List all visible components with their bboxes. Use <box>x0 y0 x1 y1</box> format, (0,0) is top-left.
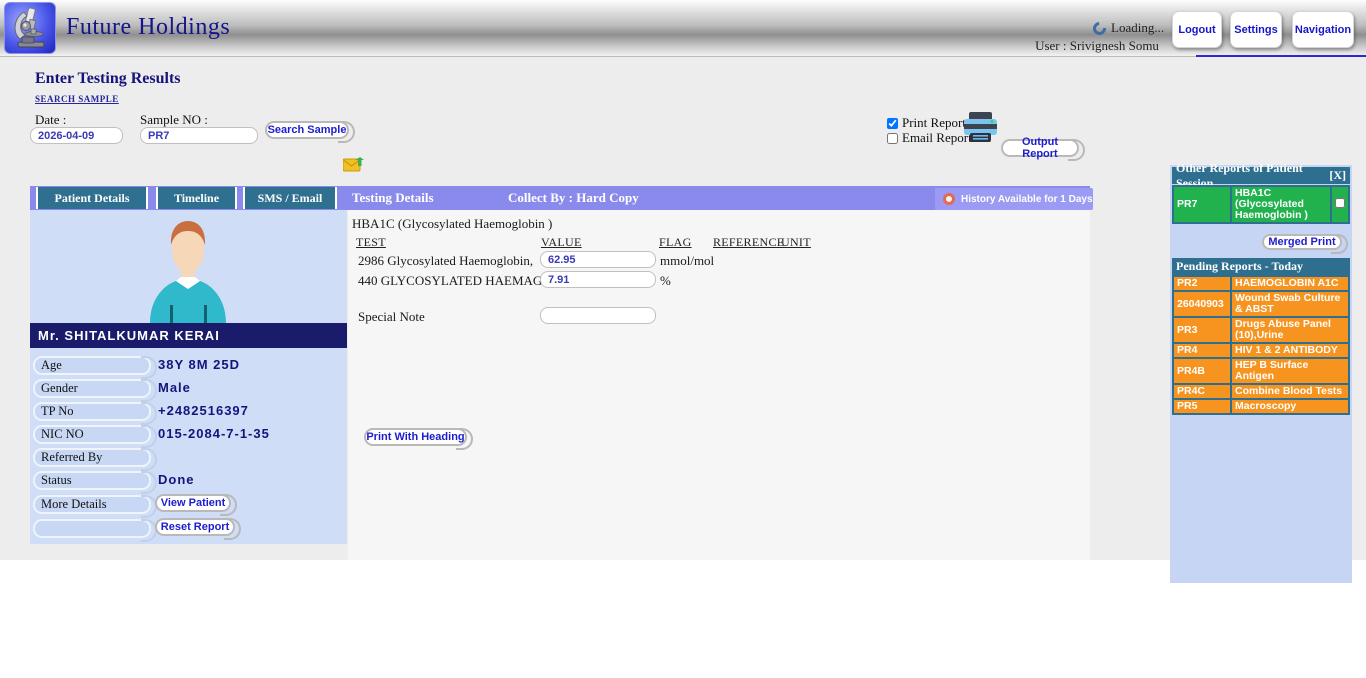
print-report-option[interactable]: Print Report <box>887 115 966 131</box>
reset-report-button[interactable]: Reset Report <box>155 518 235 536</box>
table-row[interactable]: PR2 HAEMOGLOBIN A1C <box>1173 276 1349 291</box>
merge-select-checkbox[interactable] <box>1335 198 1345 208</box>
close-icon[interactable]: [X] <box>1329 168 1346 183</box>
field-label-more-details: More Details <box>33 495 151 514</box>
field-label-blank <box>33 519 151 538</box>
test-unit: mmol/mol <box>660 253 714 269</box>
email-report-checkbox[interactable] <box>887 133 898 144</box>
search-sample-link[interactable]: SEARCH SAMPLE <box>35 94 119 104</box>
special-note-label: Special Note <box>358 309 425 325</box>
date-label: Date : <box>35 112 66 128</box>
print-with-heading-button[interactable]: Print With Heading <box>364 428 467 446</box>
printer-icon <box>962 112 999 148</box>
session-reports-header: Other Reports of Patient Session [X] <box>1172 167 1350 184</box>
report-name[interactable]: HEP B Surface Antigen <box>1231 358 1349 384</box>
page-title: Enter Testing Results <box>35 70 181 88</box>
report-name[interactable]: HBA1C (Glycosylated Haemoglobin ) <box>1231 186 1331 223</box>
col-flag: FLAG <box>659 235 692 250</box>
field-value-nic-no: 015-2084-7-1-35 <box>158 426 270 441</box>
report-name[interactable]: HAEMOGLOBIN A1C <box>1231 276 1349 291</box>
sample-no-input[interactable] <box>140 127 258 144</box>
report-code[interactable]: PR3 <box>1173 317 1231 343</box>
report-name[interactable]: Macroscopy <box>1231 399 1349 414</box>
field-label-gender: Gender <box>33 379 151 398</box>
report-code[interactable]: PR5 <box>1173 399 1231 414</box>
pending-reports-title: Pending Reports - Today <box>1176 259 1303 274</box>
report-name[interactable]: Drugs Abuse Panel (10),Urine <box>1231 317 1349 343</box>
col-test: TEST <box>356 235 386 250</box>
col-reference: REFERENCE <box>713 235 784 250</box>
session-reports-table: PR7 HBA1C (Glycosylated Haemoglobin ) <box>1172 185 1350 224</box>
spinner-icon <box>1090 19 1108 37</box>
table-row[interactable]: PR7 HBA1C (Glycosylated Haemoglobin ) <box>1173 186 1349 223</box>
reports-sidebar: Other Reports of Patient Session [X] PR7… <box>1170 165 1352 583</box>
logged-in-user: User : Srivignesh Somu <box>1032 38 1162 54</box>
report-code[interactable]: PR2 <box>1173 276 1231 291</box>
search-sample-button[interactable]: Search Sample <box>265 121 349 139</box>
tab-patient-details[interactable]: Patient Details <box>36 187 148 209</box>
merged-print-button[interactable]: Merged Print <box>1262 234 1342 250</box>
field-value-gender: Male <box>158 380 191 395</box>
col-value: VALUE <box>541 235 582 250</box>
report-name[interactable]: Wound Swab Culture & ABST <box>1231 291 1349 317</box>
test-panel-title: HBA1C (Glycosylated Haemoglobin ) <box>352 216 552 232</box>
tab-sms-email[interactable]: SMS / Email <box>243 187 337 209</box>
settings-button[interactable]: Settings <box>1230 11 1282 48</box>
table-row[interactable]: PR5 Macroscopy <box>1173 399 1349 414</box>
loading-text: Loading... <box>1111 20 1164 36</box>
table-row[interactable]: PR4 HIV 1 & 2 ANTIBODY <box>1173 343 1349 358</box>
test-value-input[interactable] <box>540 251 656 268</box>
report-name[interactable]: Combine Blood Tests <box>1231 384 1349 399</box>
history-badge[interactable]: History Available for 1 Days <box>935 188 1093 210</box>
field-label-tp-no: TP No <box>33 402 151 421</box>
report-code[interactable]: PR4C <box>1173 384 1231 399</box>
test-unit: % <box>660 273 671 289</box>
field-label-nic-no: NIC NO <box>33 425 151 444</box>
pending-reports-table: PR2 HAEMOGLOBIN A1C 26040903 Wound Swab … <box>1172 275 1350 415</box>
loading-indicator: Loading... <box>1093 20 1164 36</box>
testing-details-title: Testing Details <box>352 186 434 210</box>
print-report-label: Print Report <box>902 115 966 131</box>
field-label-age: Age <box>33 356 151 375</box>
clock-icon <box>943 193 955 205</box>
report-code[interactable]: PR7 <box>1173 186 1231 223</box>
special-note-input[interactable] <box>540 307 656 324</box>
field-value-status: Done <box>158 472 195 487</box>
report-code[interactable]: 26040903 <box>1173 291 1231 317</box>
field-label-status: Status <box>33 471 151 490</box>
tab-bar: Patient Details Timeline SMS / Email Tes… <box>30 186 1090 210</box>
patient-avatar <box>126 215 251 328</box>
patient-panel: Mr. SHITALKUMAR KERAI Age 38Y 8M 25D Gen… <box>30 210 347 544</box>
pending-reports-header: Pending Reports - Today <box>1172 258 1350 275</box>
report-name[interactable]: HIV 1 & 2 ANTIBODY <box>1231 343 1349 358</box>
output-report-button[interactable]: Output Report <box>1001 139 1079 157</box>
field-value-tp-no: +2482516397 <box>158 403 249 418</box>
navigation-button[interactable]: Navigation <box>1292 11 1354 48</box>
print-report-checkbox[interactable] <box>887 118 898 129</box>
table-row[interactable]: PR4B HEP B Surface Antigen <box>1173 358 1349 384</box>
tab-timeline[interactable]: Timeline <box>156 187 237 209</box>
test-name: 2986 Glycosylated Haemoglobin, <box>358 253 533 269</box>
history-badge-text: History Available for 1 Days <box>961 194 1093 205</box>
date-input[interactable] <box>30 127 123 144</box>
app-title: Future Holdings <box>66 14 230 41</box>
view-patient-button[interactable]: View Patient <box>155 494 231 512</box>
app-header: Future Holdings Loading... User : Srivig… <box>0 0 1366 57</box>
email-send-icon[interactable] <box>343 156 364 178</box>
report-code[interactable]: PR4B <box>1173 358 1231 384</box>
collect-by-label: Collect By : Hard Copy <box>508 186 639 210</box>
email-report-option[interactable]: Email Report <box>887 130 972 146</box>
report-code[interactable]: PR4 <box>1173 343 1231 358</box>
logout-button[interactable]: Logout <box>1172 11 1222 48</box>
col-unit: UNIT <box>781 235 811 250</box>
field-label-referred-by: Referred By <box>33 448 151 467</box>
microscope-icon <box>4 2 56 54</box>
table-row[interactable]: 26040903 Wound Swab Culture & ABST <box>1173 291 1349 317</box>
table-row[interactable]: PR3 Drugs Abuse Panel (10),Urine <box>1173 317 1349 343</box>
sample-no-label: Sample NO : <box>140 112 208 128</box>
field-value-age: 38Y 8M 25D <box>158 357 240 372</box>
table-row[interactable]: PR4C Combine Blood Tests <box>1173 384 1349 399</box>
test-value-input[interactable] <box>540 271 656 288</box>
patient-name: Mr. SHITALKUMAR KERAI <box>30 323 347 348</box>
